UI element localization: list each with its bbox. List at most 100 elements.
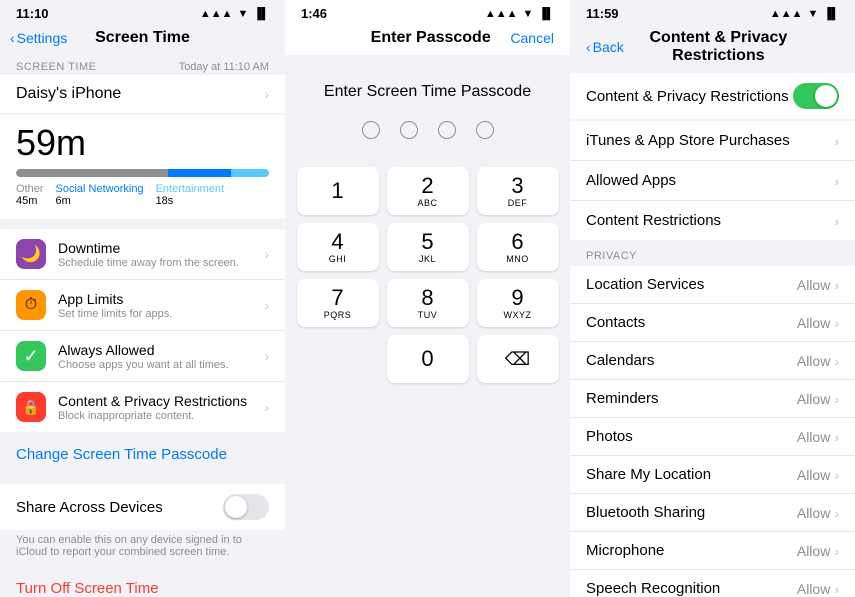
content-restrictions-subtitle: Block inappropriate content. — [58, 410, 252, 422]
cp-item-allowed-apps[interactable]: Allowed Apps › — [570, 161, 855, 201]
privacy-speech-label: Speech Recognition — [586, 580, 720, 597]
share-devices-section: Share Across Devices — [0, 484, 285, 530]
wifi-icon: ▼ — [238, 8, 249, 20]
legend-social: Social Networking 6m — [56, 183, 144, 207]
main-menu: 🌙 Downtime Schedule time away from the s… — [0, 229, 285, 432]
cp-item-content-label: Content Restrictions — [586, 212, 721, 229]
downtime-subtitle: Schedule time away from the screen. — [58, 257, 252, 269]
allow-row-contacts: Allow › — [797, 315, 839, 331]
cp-back-button[interactable]: ‹ Back — [586, 39, 624, 55]
menu-item-app-limits[interactable]: ⏱ App Limits Set time limits for apps. › — [0, 280, 285, 331]
privacy-section-label: PRIVACY — [570, 242, 855, 266]
menu-item-always-allowed[interactable]: ✓ Always Allowed Choose apps you want at… — [0, 331, 285, 382]
chevron-right-icon: › — [834, 277, 839, 293]
passcode-content: Enter Screen Time Passcode 1 2 ABC 3 DEF — [285, 55, 570, 597]
downtime-title: Downtime — [58, 240, 252, 256]
always-allowed-subtitle: Choose apps you want at all times. — [58, 359, 252, 371]
change-passcode-section[interactable]: Change Screen Time Passcode — [0, 434, 285, 476]
app-limits-title: App Limits — [58, 291, 252, 307]
cp-nav-title: Content & Privacy Restrictions — [628, 29, 809, 65]
always-allowed-title: Always Allowed — [58, 342, 252, 358]
passcode-prompt: Enter Screen Time Passcode — [324, 83, 531, 101]
section-label: SCREEN TIME — [16, 61, 96, 73]
allow-row-calendars: Allow › — [797, 353, 839, 369]
chevron-right-icon: › — [834, 467, 839, 483]
cp-item-content-restrictions[interactable]: Content Restrictions › — [570, 201, 855, 240]
chevron-right-icon: › — [834, 391, 839, 407]
privacy-reminders[interactable]: Reminders Allow › — [570, 380, 855, 418]
back-button-1[interactable]: ‹ Settings — [10, 30, 67, 46]
screen-time-panel: 11:10 ▲▲▲ ▼ ▐▌ ‹ Settings Screen Time SC… — [0, 0, 285, 597]
allow-row-photos: Allow › — [797, 429, 839, 445]
downtime-text: Downtime Schedule time away from the scr… — [58, 240, 252, 269]
privacy-speech[interactable]: Speech Recognition Allow › — [570, 570, 855, 597]
privacy-photos[interactable]: Photos Allow › — [570, 418, 855, 456]
menu-item-downtime[interactable]: 🌙 Downtime Schedule time away from the s… — [0, 229, 285, 280]
allow-row-share-location: Allow › — [797, 467, 839, 483]
status-bar-3: 11:59 ▲▲▲ ▼ ▐▌ — [570, 0, 855, 25]
allow-text-contacts: Allow — [797, 315, 830, 331]
turn-off-button[interactable]: Turn Off Screen Time — [0, 566, 285, 597]
signal-icon-3: ▲▲▲ — [770, 8, 803, 20]
privacy-share-location[interactable]: Share My Location Allow › — [570, 456, 855, 494]
privacy-photos-label: Photos — [586, 428, 633, 445]
status-bar-1: 11:10 ▲▲▲ ▼ ▐▌ — [0, 0, 285, 25]
privacy-bluetooth-label: Bluetooth Sharing — [586, 504, 705, 521]
allow-row-reminders: Allow › — [797, 391, 839, 407]
privacy-calendars[interactable]: Calendars Allow › — [570, 342, 855, 380]
cancel-button[interactable]: Cancel — [510, 30, 554, 46]
privacy-contacts[interactable]: Contacts Allow › — [570, 304, 855, 342]
cp-nav: ‹ Back Content & Privacy Restrictions — [570, 25, 855, 73]
downtime-icon: 🌙 — [16, 239, 46, 269]
privacy-bluetooth[interactable]: Bluetooth Sharing Allow › — [570, 494, 855, 532]
numpad-row-2: 4 GHI 5 JKL 6 MNO — [293, 223, 562, 271]
status-time-3: 11:59 — [586, 6, 619, 21]
chevron-right-icon: › — [264, 297, 269, 313]
key-1[interactable]: 1 — [297, 167, 379, 215]
key-8[interactable]: 8 TUV — [387, 279, 469, 327]
privacy-location[interactable]: Location Services Allow › — [570, 266, 855, 304]
signal-icon-2: ▲▲▲ — [485, 8, 518, 20]
device-row[interactable]: Daisy's iPhone › — [0, 75, 285, 113]
passcode-dots — [362, 121, 494, 139]
section-header: SCREEN TIME Today at 11:10 AM — [0, 55, 285, 75]
key-5[interactable]: 5 JKL — [387, 223, 469, 271]
change-passcode-link[interactable]: Change Screen Time Passcode — [16, 446, 227, 463]
cp-item-itunes[interactable]: iTunes & App Store Purchases › — [570, 121, 855, 161]
passcode-panel: 1:46 ▲▲▲ ▼ ▐▌ Enter Passcode Cancel Ente… — [285, 0, 570, 597]
content-restrictions-text: Content & Privacy Restrictions Block ina… — [58, 393, 252, 422]
chevron-right-icon: › — [834, 543, 839, 559]
dot-4 — [476, 121, 494, 139]
passcode-nav-title: Enter Passcode — [371, 29, 491, 47]
legend-entertainment-value: 18s — [156, 195, 224, 207]
cp-item-itunes-label: iTunes & App Store Purchases — [586, 132, 790, 149]
privacy-microphone[interactable]: Microphone Allow › — [570, 532, 855, 570]
key-7[interactable]: 7 PQRS — [297, 279, 379, 327]
key-2[interactable]: 2 ABC — [387, 167, 469, 215]
chevron-left-icon: ‹ — [10, 30, 15, 46]
share-devices-toggle[interactable] — [223, 494, 269, 520]
privacy-contacts-label: Contacts — [586, 314, 645, 331]
device-name: Daisy's iPhone — [16, 85, 121, 103]
key-6[interactable]: 6 MNO — [477, 223, 559, 271]
key-0[interactable]: 0 — [387, 335, 469, 383]
cp-back-label: Back — [593, 39, 624, 55]
privacy-menu: Location Services Allow › Contacts Allow… — [570, 266, 855, 597]
menu-item-content-restrictions[interactable]: 🔒 Content & Privacy Restrictions Block i… — [0, 382, 285, 432]
key-3[interactable]: 3 DEF — [477, 167, 559, 215]
back-label-1: Settings — [17, 30, 68, 46]
battery-icon-2: ▐▌ — [538, 8, 554, 20]
allow-row-bluetooth: Allow › — [797, 505, 839, 521]
key-4[interactable]: 4 GHI — [297, 223, 379, 271]
status-icons-1: ▲▲▲ ▼ ▐▌ — [200, 8, 269, 20]
legend-other: Other 45m — [16, 183, 44, 207]
signal-icon: ▲▲▲ — [200, 8, 233, 20]
key-9[interactable]: 9 WXYZ — [477, 279, 559, 327]
always-allowed-text: Always Allowed Choose apps you want at a… — [58, 342, 252, 371]
chevron-right-icon: › — [834, 505, 839, 521]
dot-3 — [438, 121, 456, 139]
key-delete[interactable]: ⌫ — [477, 335, 559, 383]
content-restrictions-icon: 🔒 — [16, 392, 46, 422]
chevron-left-icon-3: ‹ — [586, 39, 591, 55]
cp-toggle[interactable] — [793, 83, 839, 109]
